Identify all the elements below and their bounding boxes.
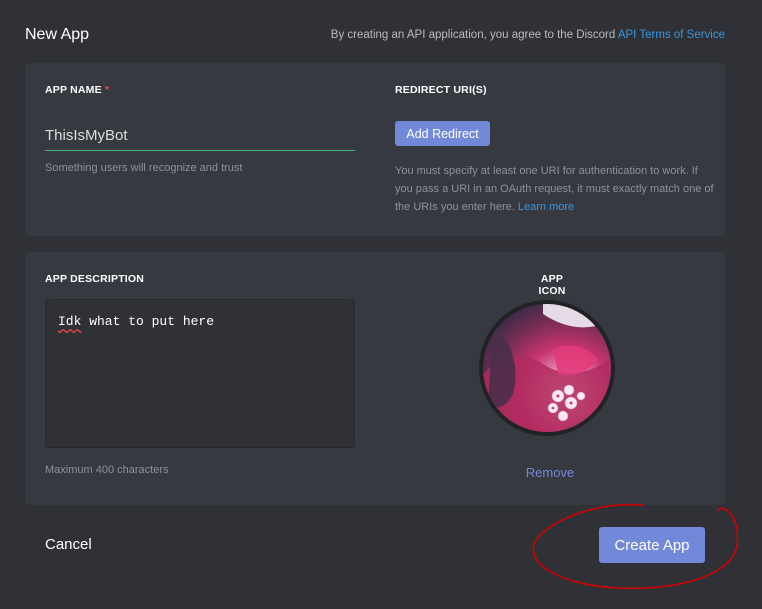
page-title: New App: [25, 26, 90, 43]
app-description-textarea[interactable]: Idk what to put here: [45, 299, 355, 448]
app-name-label: App Name *: [45, 84, 109, 96]
app-name-label-text: App Name: [45, 84, 102, 96]
description-rest: what to put here: [81, 314, 215, 329]
modal-header: New App By creating an API application, …: [25, 24, 725, 46]
required-marker: *: [104, 84, 110, 96]
app-name-input[interactable]: [45, 120, 355, 151]
learn-more-link[interactable]: Learn more: [518, 201, 574, 213]
terms-text: By creating an API application, you agre…: [330, 29, 618, 41]
terms-of-service-link[interactable]: API Terms of Service: [618, 29, 725, 41]
app-info-card: App Name* Something users will recognize…: [25, 63, 725, 236]
avatar-artwork: [483, 304, 611, 432]
cancel-button[interactable]: Cancel: [45, 536, 92, 553]
redirect-uri-label: Redirect URI(s): [395, 84, 487, 96]
app-details-card: App Description Idk what to put here Max…: [25, 252, 725, 505]
misspelled-word: Idk: [58, 314, 82, 329]
app-avatar-image[interactable]: [479, 300, 615, 436]
create-app-button[interactable]: Create App: [599, 527, 705, 563]
app-name-hint: Something users will recognize and trust: [45, 162, 243, 174]
app-description-value: Idk what to put here: [58, 314, 214, 329]
add-redirect-button[interactable]: Add Redirect: [395, 121, 490, 146]
redirect-note: You must specify at least one URI for au…: [395, 162, 715, 216]
app-icon-label: App Icon: [538, 273, 566, 297]
description-hint: Maximum 400 characters: [45, 464, 169, 476]
terms-notice: By creating an API application, you agre…: [331, 26, 725, 44]
remove-icon-link[interactable]: Remove: [515, 465, 585, 480]
app-description-label: App Description: [45, 273, 145, 285]
